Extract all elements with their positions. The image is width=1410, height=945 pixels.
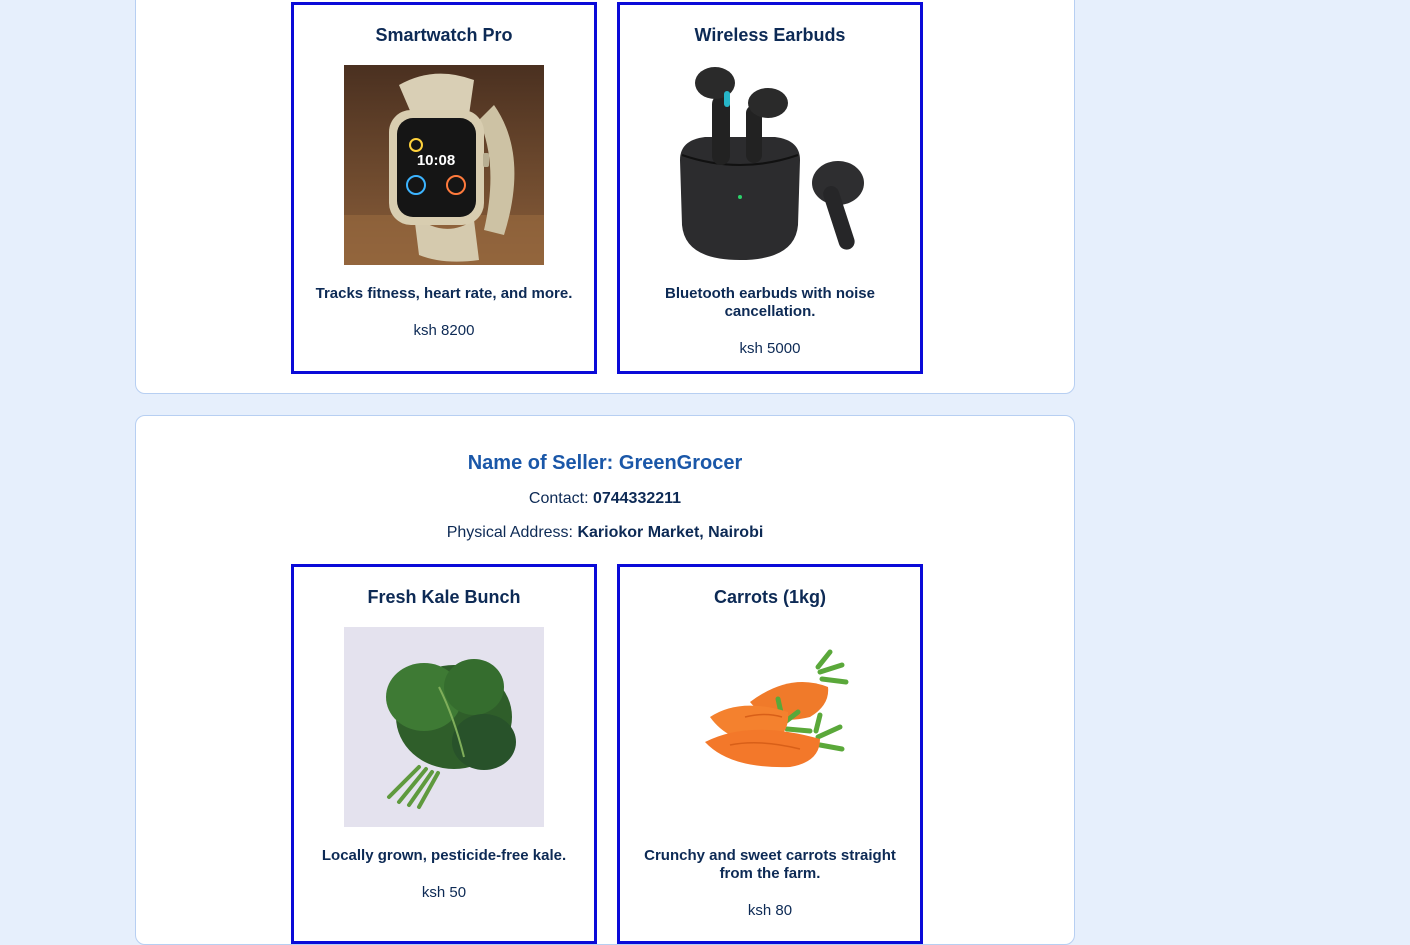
smartwatch-image: 10:08: [344, 65, 544, 265]
product-price: ksh 5000: [739, 340, 801, 357]
seller-panel: Name of Seller: GreenGrocer Contact: 074…: [135, 415, 1075, 945]
seller-contact: Contact: 0744332211: [136, 490, 1074, 508]
contact-label: Contact:: [528, 490, 593, 507]
product-description: Bluetooth earbuds with noise cancellatio…: [664, 285, 875, 320]
earbuds-image: [670, 65, 870, 265]
kale-image: [344, 627, 544, 827]
product-title: Carrots (1kg): [713, 587, 827, 607]
seller-address: Physical Address: Kariokor Market, Nairo…: [136, 524, 1074, 542]
product-title: Fresh Kale Bunch: [367, 587, 521, 607]
svg-text:10:08: 10:08: [417, 152, 455, 169]
product-description: Crunchy and sweet carrots straight from …: [644, 847, 896, 882]
product-card[interactable]: Wireless Earbuds Bluetooth earbuds with …: [617, 2, 923, 374]
product-title: Wireless Earbuds: [694, 25, 846, 45]
product-description: Locally grown, pesticide-free kale.: [321, 847, 567, 864]
product-price: ksh 80: [747, 902, 793, 919]
product-card[interactable]: Smartwatch Pro 10:08 Tracks fitness, hea…: [291, 2, 597, 374]
carrots-image: [670, 627, 870, 827]
seller-panel: Smartwatch Pro 10:08 Tracks fitness, hea…: [135, 0, 1075, 394]
product-description: Tracks fitness, heart rate, and more.: [315, 285, 573, 302]
product-card[interactable]: Fresh Kale Bunch Locally grown, pesticid…: [291, 564, 597, 944]
product-card[interactable]: Carrots (1kg) Crunchy and sweet carrots …: [617, 564, 923, 944]
product-price: ksh 8200: [413, 322, 475, 339]
seller-name: Name of Seller: GreenGrocer: [467, 452, 743, 474]
product-price: ksh 50: [421, 884, 467, 901]
address-label: Physical Address:: [446, 524, 578, 541]
contact-value: 0744332211: [592, 490, 682, 507]
address-value: Kariokor Market, Nairobi: [577, 524, 764, 541]
product-title: Smartwatch Pro: [375, 25, 513, 45]
